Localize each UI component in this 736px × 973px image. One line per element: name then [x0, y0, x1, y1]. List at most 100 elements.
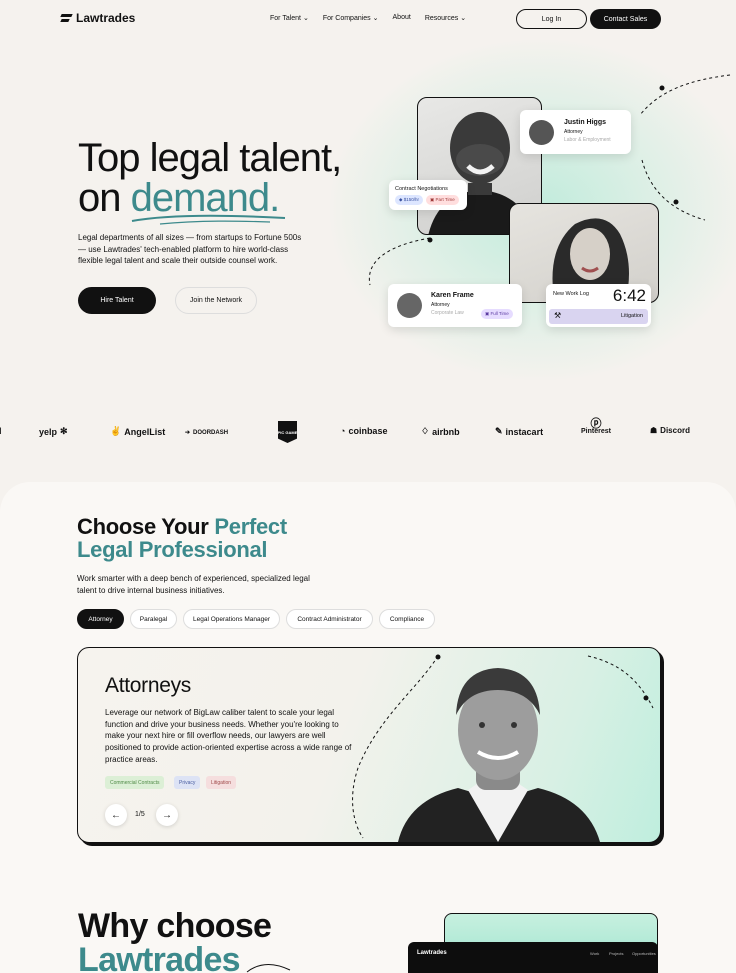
- logo-text: coinbase: [348, 426, 388, 436]
- log-time: 6:42: [612, 286, 646, 305]
- top-nav: Lawtrades For Talent ⌄ For Companies ⌄ A…: [0, 0, 736, 38]
- coinbase-icon: ◔: [340, 426, 346, 436]
- section-title: Choose Your Perfect Legal Professional: [77, 515, 287, 561]
- feature-description: Leverage our network of BigLaw caliber t…: [105, 708, 352, 764]
- airbnb-icon: ♢: [421, 426, 430, 436]
- avatar: [397, 293, 422, 318]
- tab-contract-administrator[interactable]: Contract Administrator: [286, 609, 373, 629]
- why-line2: Lawtrades: [78, 941, 241, 973]
- nav-menu: For Talent ⌄ For Companies ⌄ About Resou…: [270, 14, 466, 22]
- mock-menu-item: Projects: [609, 951, 624, 956]
- logo-mark-icon: [61, 14, 72, 22]
- why-title: Why choose Lawtrades: [78, 907, 272, 973]
- carrot-icon: ✎: [495, 426, 503, 436]
- chevron-down-icon: ⌄: [460, 15, 467, 22]
- card-name: Justin Higgs: [564, 119, 607, 126]
- log-title: New Work Log: [553, 291, 589, 297]
- arc-decoration: [246, 964, 291, 973]
- logo-text: DOORDASH: [193, 429, 229, 436]
- contract-card[interactable]: Contract Negotiations ◆ $150/hr ▣ Part T…: [389, 180, 467, 210]
- hero-title: Top legal talent, on demand.: [78, 138, 342, 220]
- mock-menu-item: Work: [590, 951, 600, 956]
- customer-logos: d yelp✻ ✌AngelList ➔DOORDASH EPIC GAMES …: [0, 418, 736, 446]
- prev-arrow-button[interactable]: ←: [105, 804, 127, 826]
- tag-litigation: Litigation: [206, 776, 237, 789]
- why-line1: Why choose: [78, 907, 272, 945]
- nav-label: For Talent: [270, 15, 301, 22]
- tag-privacy: Privacy: [174, 776, 201, 789]
- contact-sales-button[interactable]: Contact Sales: [590, 9, 661, 29]
- logo-text: instacart: [505, 426, 544, 437]
- tab-paralegal[interactable]: Paralegal: [130, 609, 177, 629]
- contract-title: Contract Negotiations: [395, 186, 448, 192]
- mock-menu-item: Opportunities: [632, 951, 656, 956]
- type-text: Full Time: [490, 311, 509, 316]
- logo-text: Pinterest: [581, 428, 611, 435]
- logo-text: EPIC GAMES: [274, 429, 301, 435]
- login-button[interactable]: Log In: [516, 9, 587, 29]
- profile-card-justin[interactable]: Justin Higgs Attorney Labor & Employment: [520, 110, 631, 154]
- nav-item-for-talent[interactable]: For Talent ⌄: [270, 14, 309, 22]
- hand-icon: ✌: [110, 426, 122, 436]
- logo-yelp: yelp ✻: [39, 426, 68, 437]
- pinterest-icon: ⓟ: [590, 418, 602, 430]
- logo-text: AngelList: [124, 426, 166, 437]
- title-part: Choose Your: [77, 514, 215, 539]
- card-area: Labor & Employment: [564, 137, 611, 143]
- work-log-card[interactable]: New Work Log 6:42 ⚒ Litigation: [546, 284, 651, 327]
- card-area: Corporate Law: [431, 310, 464, 316]
- tab-compliance[interactable]: Compliance: [379, 609, 435, 629]
- logo-text: Lawtrades: [76, 11, 136, 25]
- logo-text: airbnb: [432, 426, 460, 437]
- nav-item-about[interactable]: About: [393, 14, 411, 22]
- title-accent-line2: Legal Professional: [77, 537, 268, 562]
- logo[interactable]: Lawtrades: [61, 11, 135, 25]
- section-description: Work smarter with a deep bench of experi…: [77, 574, 310, 595]
- tab-attorney[interactable]: Attorney: [77, 609, 124, 629]
- logo-angellist: ✌ AngelList: [110, 426, 165, 437]
- logo-text: Discord: [660, 426, 690, 435]
- page: Lawtrades For Talent ⌄ For Companies ⌄ A…: [0, 0, 736, 973]
- logo-airbnb: ♢ airbnb: [421, 426, 460, 437]
- nav-label: Resources: [424, 15, 459, 22]
- card-name: Karen Frame: [431, 292, 474, 299]
- logo-text: yelp: [39, 426, 58, 437]
- doordash-icon: ➔: [185, 430, 191, 436]
- full-time-tag: ▣ Full Time: [481, 309, 513, 319]
- arrow-left-icon: ←: [111, 809, 121, 821]
- pager: 1/5: [135, 811, 145, 818]
- rate-tag: ◆ $150/hr: [395, 195, 423, 205]
- logo-partial: d: [0, 426, 2, 436]
- arrow-right-icon: →: [162, 809, 172, 821]
- next-arrow-button[interactable]: →: [156, 804, 178, 826]
- logo-discord: ☗ Discord: [650, 426, 690, 435]
- nav-item-resources[interactable]: Resources ⌄: [425, 14, 466, 22]
- logo-pinterest: ⓟ Pinterest: [581, 418, 611, 436]
- attorney-photo: [398, 668, 600, 842]
- underline-squiggle-icon: [131, 214, 286, 225]
- yelp-burst-icon: ✻: [60, 426, 68, 436]
- card-role: Attorney: [431, 302, 450, 308]
- avatar: [529, 120, 554, 145]
- tab-legal-ops-manager[interactable]: Legal Operations Manager: [183, 609, 280, 629]
- log-category: Litigation: [620, 313, 643, 319]
- logo-doordash: ➔ DOORDASH: [185, 429, 229, 437]
- logo-instacart: ✎ instacart: [495, 426, 543, 437]
- profile-card-karen[interactable]: Karen Frame Attorney Corporate Law ▣ Ful…: [388, 284, 522, 327]
- mock-logo: Lawtrades: [417, 950, 447, 956]
- join-network-button[interactable]: Join the Network: [175, 287, 257, 314]
- title-accent: Perfect: [214, 514, 287, 539]
- hero-title-line2: on: [78, 176, 131, 220]
- product-preview-dark: Lawtrades Work Projects Opportunities: [408, 942, 658, 973]
- discord-icon: ☗: [650, 426, 658, 435]
- tag-commercial-contracts: Commercial Contracts: [105, 776, 165, 789]
- part-time-tag: ▣ Part Time: [425, 195, 459, 205]
- nav-item-for-companies[interactable]: For Companies ⌄: [323, 14, 379, 22]
- log-category-bar: ⚒ Litigation: [549, 309, 648, 324]
- chevron-down-icon: ⌄: [372, 15, 379, 22]
- logo-epic-games: EPIC GAMES: [278, 421, 297, 443]
- chevron-down-icon: ⌄: [302, 15, 309, 22]
- rate-text: $150/hr: [403, 197, 419, 202]
- gavel-icon: ⚒: [554, 311, 562, 320]
- hire-talent-button[interactable]: Hire Talent: [78, 287, 156, 314]
